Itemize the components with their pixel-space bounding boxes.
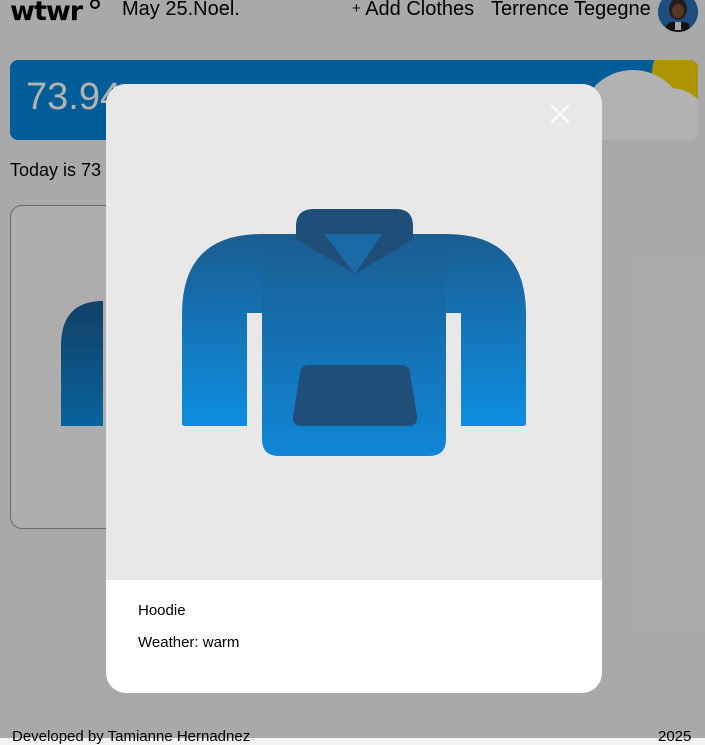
item-name: Hoodie [138,602,186,619]
close-icon [550,104,570,124]
hoodie-icon [182,209,526,456]
close-button[interactable] [548,102,572,126]
item-weather-type: Weather: warm [138,634,240,651]
item-image [106,84,602,580]
item-preview-modal: Hoodie Weather: warm [106,84,602,693]
